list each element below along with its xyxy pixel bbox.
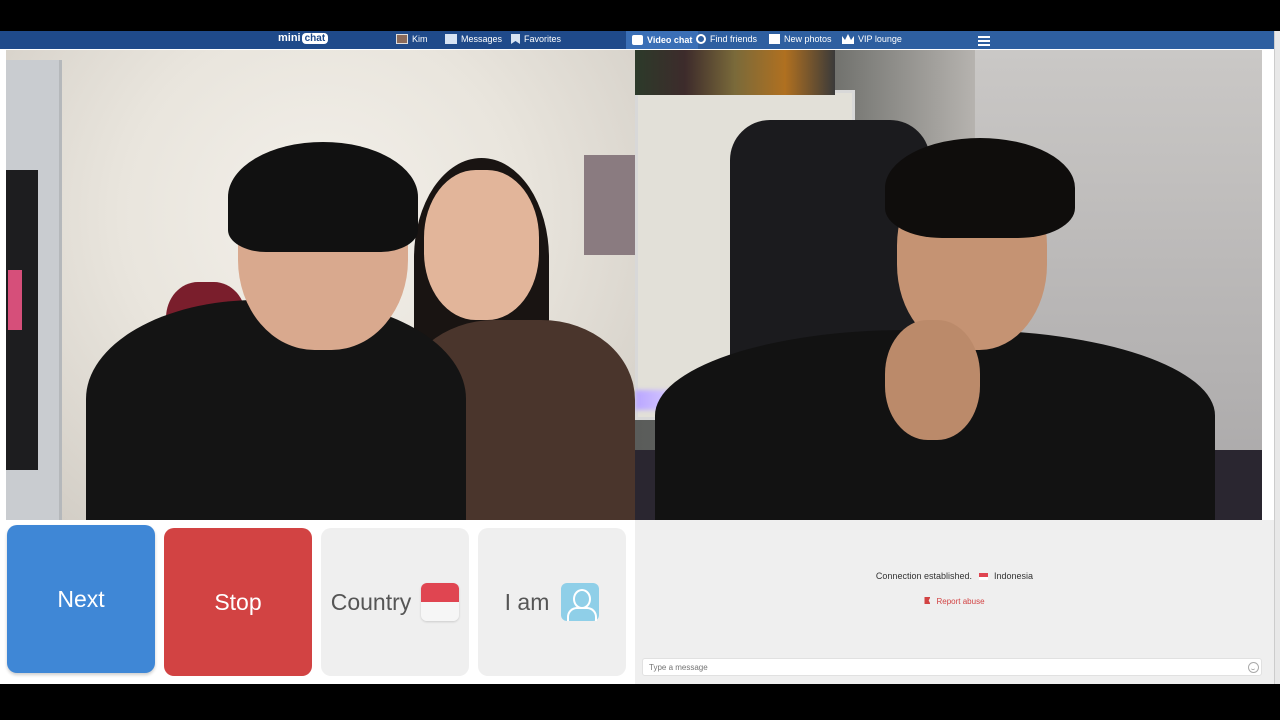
page-scrollbar[interactable]: [1274, 31, 1280, 684]
nav-right-section: Video chat Find friends New photos VIP l…: [626, 31, 1274, 49]
local-video-feed: [635, 50, 1262, 520]
next-button[interactable]: Next: [7, 525, 155, 673]
indonesia-flag-icon: [978, 573, 988, 581]
top-navigation-bar: mini chat Kim Messages Favorites Video ch…: [0, 31, 1274, 49]
stop-button[interactable]: Stop: [164, 528, 312, 676]
person-three-hand: [885, 320, 980, 440]
avatar-icon: [396, 34, 408, 44]
nav-new-photos[interactable]: New photos: [769, 34, 832, 44]
nav-left-section: mini chat Kim Messages Favorites: [0, 31, 627, 49]
next-button-label: Next: [57, 585, 105, 612]
connection-status-text: Connection established.: [875, 571, 972, 581]
message-input[interactable]: [642, 658, 1262, 676]
partner-country: Indonesia: [994, 571, 1034, 581]
search-icon: [696, 34, 706, 44]
nav-messages[interactable]: Messages: [445, 34, 502, 44]
nav-video-chat-label: Video chat: [647, 35, 693, 45]
nav-messages-label: Messages: [461, 34, 503, 44]
nav-favorites[interactable]: Favorites: [511, 34, 561, 44]
chat-panel: Connection established. Indonesia Report…: [635, 520, 1274, 684]
nav-vip-lounge[interactable]: VIP lounge: [842, 34, 902, 44]
person-two-face: [424, 170, 539, 320]
nav-new-photos-label: New photos: [784, 34, 832, 44]
nav-find-friends[interactable]: Find friends: [696, 34, 757, 44]
background-object: [584, 155, 635, 255]
country-filter-button[interactable]: Country: [321, 528, 469, 676]
envelope-icon: [445, 34, 457, 44]
photos-icon: [769, 34, 780, 44]
background-clothing-print: [8, 270, 22, 330]
hamburger-menu-icon[interactable]: [978, 34, 990, 46]
site-logo[interactable]: mini chat: [278, 32, 329, 44]
male-user-icon: [561, 583, 600, 621]
logo-bubble: chat: [301, 33, 329, 44]
stop-button-label: Stop: [214, 588, 262, 615]
person-three-hair: [885, 138, 1075, 238]
background-books: [635, 50, 835, 95]
emoji-icon[interactable]: [1248, 662, 1259, 673]
report-flag-icon: [924, 597, 931, 604]
nav-find-friends-label: Find friends: [710, 34, 758, 44]
nav-vip-lounge-label: VIP lounge: [858, 34, 902, 44]
nav-profile-label: Kim: [412, 34, 428, 44]
letterbox-bar: [0, 684, 1280, 720]
crown-icon: [842, 34, 854, 44]
report-abuse-link[interactable]: Report abuse: [635, 597, 1274, 606]
nav-favorites-label: Favorites: [524, 34, 562, 44]
logo-text: mini: [278, 32, 301, 44]
remote-video-feed: [6, 50, 635, 520]
gender-filter-button[interactable]: I am: [478, 528, 626, 676]
nav-video-chat[interactable]: Video chat: [626, 31, 699, 49]
report-abuse-label: Report abuse: [936, 597, 985, 606]
connection-status: Connection established. Indonesia: [635, 571, 1274, 581]
bookmark-icon: [511, 34, 520, 44]
video-chat-icon: [632, 35, 643, 45]
country-button-label: Country: [330, 588, 412, 615]
nav-profile-kim[interactable]: Kim: [396, 34, 428, 44]
person-one-hair: [228, 142, 418, 252]
iam-button-label: I am: [504, 588, 550, 615]
chat-controls: Next Stop Country I am: [0, 520, 635, 684]
indonesia-flag-icon: [421, 583, 460, 621]
